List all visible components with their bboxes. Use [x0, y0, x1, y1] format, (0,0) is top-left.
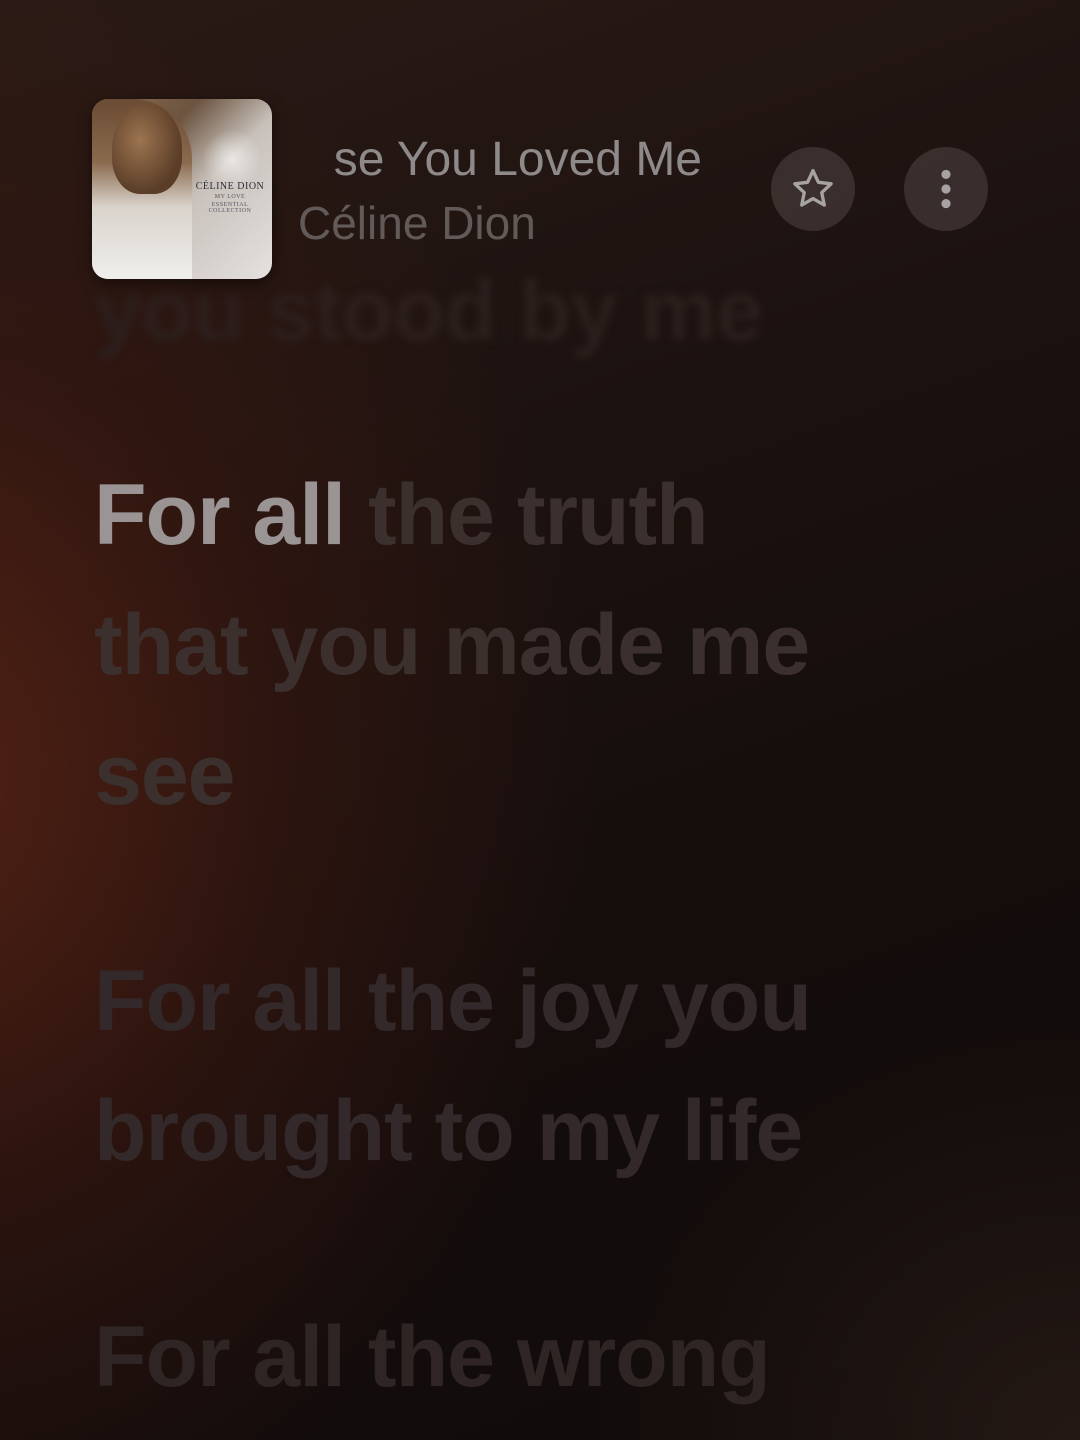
lyric-line-upcoming[interactable]: brought to my life: [94, 1088, 803, 1174]
artwork-album-text: MY LOVE: [214, 194, 246, 200]
album-artwork[interactable]: CÉLINE DION MY LOVE ESSENTIAL COLLECTION: [92, 99, 272, 279]
lyric-line-next[interactable]: that you made me: [94, 602, 810, 688]
artwork-glow: [202, 129, 262, 189]
more-options-button[interactable]: [904, 147, 988, 231]
artwork-brand: CÉLINE DION MY LOVE ESSENTIAL COLLECTION: [192, 181, 268, 214]
lyric-line-current[interactable]: For all the truth: [94, 472, 709, 558]
artwork-sub-text: ESSENTIAL COLLECTION: [208, 202, 252, 214]
lyric-line-upcoming[interactable]: For all the wrong: [94, 1314, 771, 1400]
lyric-line-next[interactable]: see: [94, 732, 235, 818]
song-title-text: se You Loved Me: [333, 133, 702, 186]
song-title[interactable]: se You Loved Me: [300, 128, 720, 188]
star-outline-icon: [793, 169, 833, 207]
lyric-line-upcoming[interactable]: For all the joy you: [94, 958, 812, 1044]
artwork-hair: [112, 104, 182, 194]
artist-name[interactable]: Céline Dion: [298, 196, 536, 250]
vertical-ellipsis-icon: [941, 169, 951, 209]
artwork-artist-text: CÉLINE DION: [195, 181, 265, 192]
now-playing-header: CÉLINE DION MY LOVE ESSENTIAL COLLECTION…: [0, 0, 1080, 300]
lyric-current-unsung: the truth: [345, 467, 709, 563]
lyric-current-sung: For all: [94, 467, 346, 563]
favorite-button[interactable]: [771, 147, 855, 231]
